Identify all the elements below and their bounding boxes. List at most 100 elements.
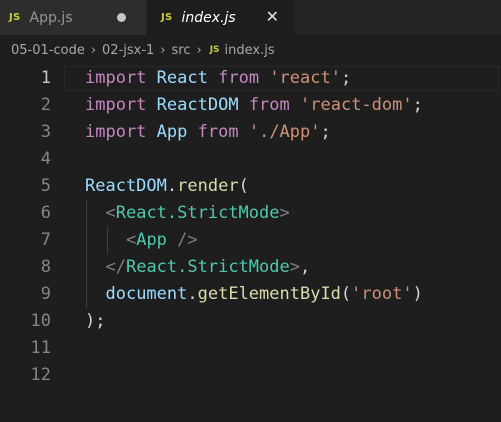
code-text: </React.StrictMode>, bbox=[85, 254, 310, 281]
code-token: ; bbox=[340, 68, 352, 88]
code-token: import bbox=[85, 122, 147, 142]
code-token: 'react-dom' bbox=[300, 95, 413, 115]
line-number: 6 bbox=[40, 203, 51, 223]
code-editor[interactable]: 1 import React from 'react'; 2 import React… bbox=[0, 65, 501, 422]
code-line[interactable]: 3 import App from './App'; bbox=[0, 119, 501, 146]
chevron-right-icon: › bbox=[196, 42, 202, 58]
chevron-right-icon: › bbox=[90, 42, 97, 58]
chevron-right-icon: › bbox=[160, 42, 166, 58]
code-line[interactable]: 2 import ReactDOM from 'react-dom'; bbox=[0, 92, 501, 119]
code-token: from bbox=[218, 68, 260, 88]
code-line[interactable]: 4 bbox=[0, 146, 501, 173]
line-number: 3 bbox=[40, 122, 51, 142]
code-line[interactable]: 11 bbox=[0, 335, 501, 362]
code-token: ( bbox=[340, 284, 352, 304]
line-number: 8 bbox=[40, 257, 51, 277]
code-line[interactable]: 10); bbox=[0, 308, 501, 335]
code-text: ); bbox=[85, 308, 106, 335]
code-token: < bbox=[105, 203, 116, 223]
code-text: <React.StrictMode> bbox=[85, 200, 290, 227]
breadcrumb: 05-01-code › 02-jsx-1 › src › JS index.j… bbox=[0, 35, 501, 65]
close-icon[interactable]: ✕ bbox=[266, 7, 279, 26]
line-number: 1 bbox=[40, 68, 51, 88]
line-number: 12 bbox=[30, 365, 51, 385]
code-token: 'root' bbox=[351, 284, 413, 304]
code-token: . bbox=[187, 284, 198, 304]
tab-index-js[interactable]: JS index.js ✕ bbox=[147, 0, 295, 35]
breadcrumb-folder[interactable]: 05-01-code bbox=[11, 43, 85, 58]
code-line[interactable]: 8 </React.StrictMode>, bbox=[0, 254, 501, 281]
code-line[interactable]: 12 bbox=[0, 362, 501, 389]
breadcrumb-folder[interactable]: src bbox=[172, 43, 191, 58]
code-text: ReactDOM.render( bbox=[85, 173, 249, 200]
code-token: from bbox=[197, 122, 239, 142]
code-token: React.StrictMode bbox=[115, 203, 280, 223]
code-token: ; bbox=[95, 311, 106, 331]
code-token: 'react' bbox=[269, 68, 341, 88]
tab-label: index.js bbox=[181, 9, 236, 26]
code-token: App bbox=[136, 230, 167, 250]
code-token: import bbox=[85, 68, 147, 88]
code-token: ReactDOM bbox=[156, 95, 239, 115]
tab-label: App.js bbox=[29, 9, 73, 26]
code-line[interactable]: 6 <React.StrictMode> bbox=[0, 200, 501, 227]
code-text: import React from 'react'; bbox=[85, 65, 351, 92]
code-token: ) bbox=[85, 311, 96, 331]
code-text: import ReactDOM from 'react-dom'; bbox=[85, 92, 423, 119]
code-line[interactable]: 1 import React from 'react'; bbox=[0, 65, 501, 92]
code-token: ReactDOM bbox=[85, 176, 167, 196]
code-text: <App /> bbox=[85, 227, 198, 254]
code-token: > bbox=[289, 257, 300, 277]
line-number: 9 bbox=[40, 284, 51, 304]
code-token: document bbox=[105, 284, 188, 304]
code-token: './App' bbox=[248, 122, 321, 142]
code-token: ; bbox=[320, 122, 331, 142]
code-line[interactable]: 7 <App /> bbox=[0, 227, 501, 254]
tab-bar: JS App.js JS index.js ✕ bbox=[0, 0, 501, 35]
code-token: App bbox=[156, 122, 188, 142]
code-token: ; bbox=[412, 95, 423, 115]
line-number: 2 bbox=[40, 95, 51, 115]
code-token: React.StrictMode bbox=[125, 257, 290, 277]
code-token: . bbox=[166, 176, 178, 196]
code-token: /> bbox=[166, 230, 198, 250]
line-number: 4 bbox=[40, 149, 51, 169]
code-token: > bbox=[279, 203, 290, 223]
code-token: ( bbox=[238, 176, 249, 196]
code-text: document.getElementById('root') bbox=[85, 281, 423, 308]
tab-app-js[interactable]: JS App.js bbox=[0, 0, 146, 35]
code-token: import bbox=[85, 95, 147, 115]
javascript-file-icon: JS bbox=[161, 12, 173, 23]
code-text: import App from './App'; bbox=[85, 119, 331, 146]
line-number: 5 bbox=[40, 176, 51, 196]
code-line[interactable]: 9 document.getElementById('root') bbox=[0, 281, 501, 308]
line-number: 11 bbox=[30, 338, 51, 358]
unsaved-dot-icon[interactable] bbox=[117, 13, 126, 22]
code-token: ) bbox=[412, 284, 423, 304]
code-token: from bbox=[248, 95, 290, 115]
line-number: 7 bbox=[40, 230, 51, 250]
code-token: < bbox=[125, 230, 137, 250]
javascript-file-icon: JS bbox=[209, 45, 220, 55]
breadcrumb-folder[interactable]: 02-jsx-1 bbox=[102, 43, 154, 58]
line-number: 10 bbox=[30, 311, 51, 331]
breadcrumb-file[interactable]: index.js bbox=[225, 43, 275, 58]
code-token: </ bbox=[105, 257, 126, 277]
javascript-file-icon: JS bbox=[9, 12, 21, 23]
code-token: React bbox=[156, 68, 208, 88]
code-line[interactable]: 5 ReactDOM.render( bbox=[0, 173, 501, 200]
code-token: getElementById bbox=[197, 284, 341, 304]
